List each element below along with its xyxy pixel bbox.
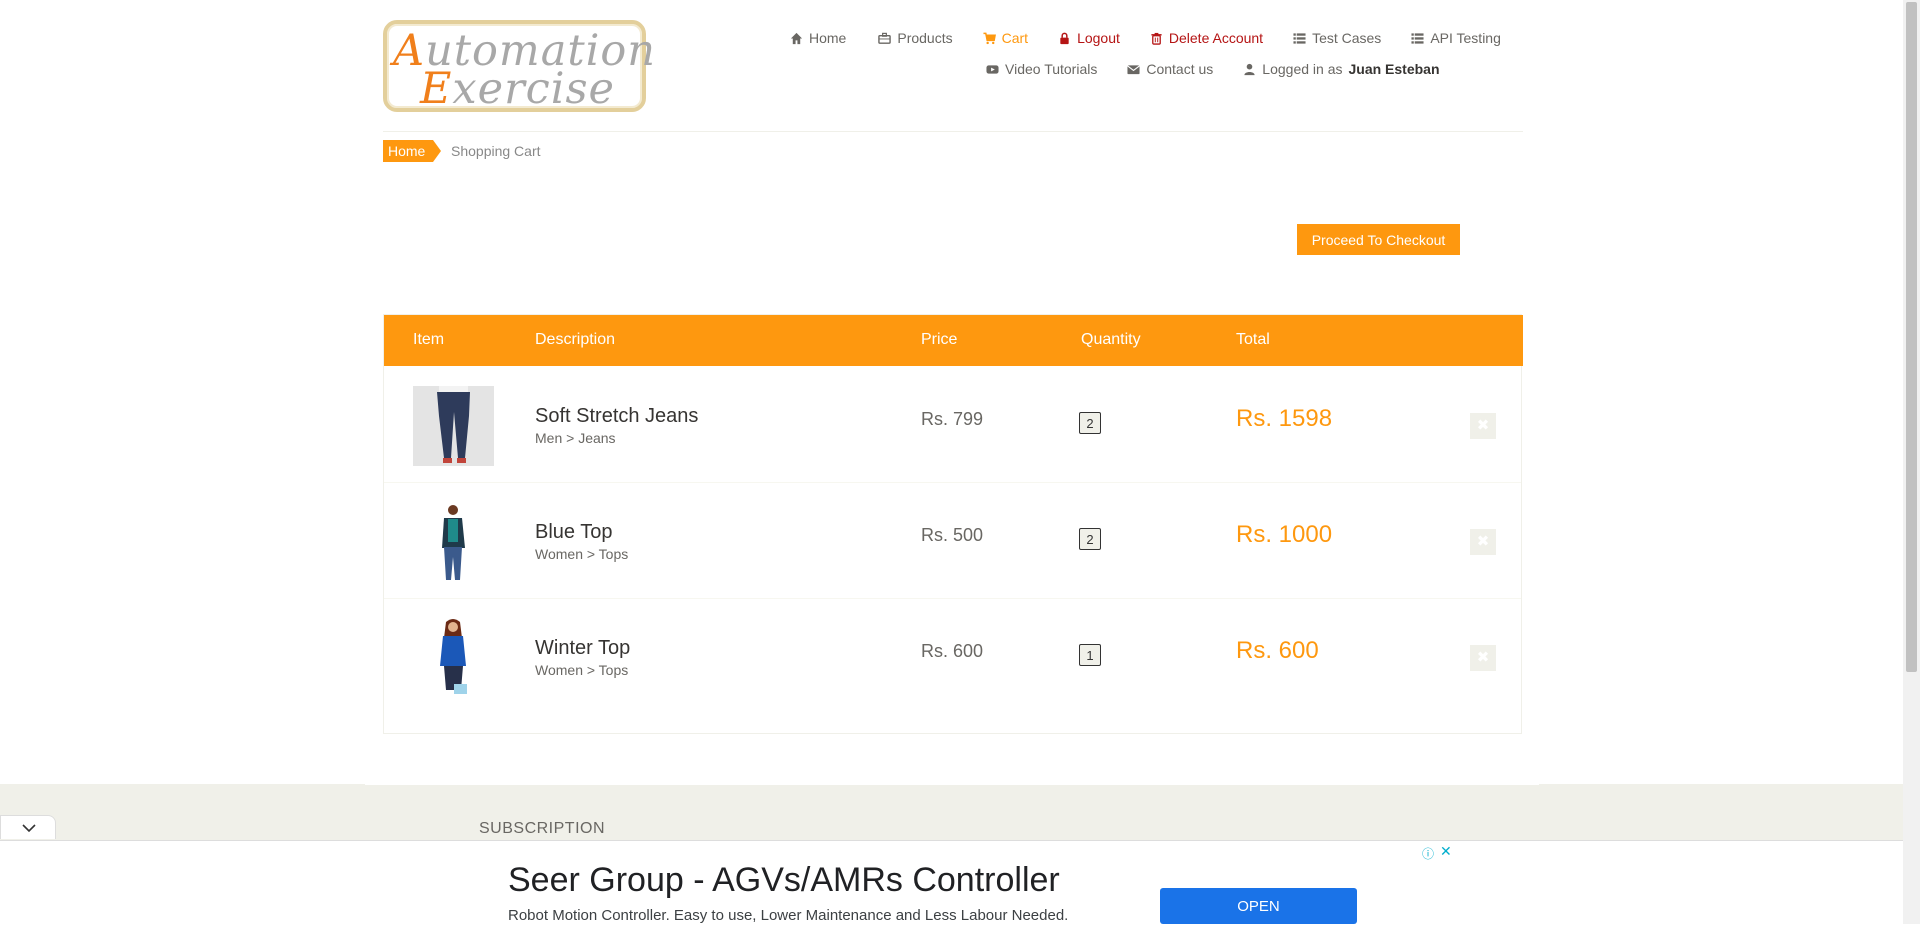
- product-price: Rs. 600: [921, 641, 984, 661]
- logo-rest-2: xercise: [452, 64, 615, 114]
- product-quantity[interactable]: 2: [1079, 528, 1101, 550]
- nav-contact-us[interactable]: Contact us: [1127, 61, 1213, 77]
- nav-products[interactable]: Products: [878, 30, 953, 46]
- page-scrollbar[interactable]: [1903, 0, 1920, 924]
- nav-delete-account[interactable]: Delete Account: [1150, 30, 1263, 46]
- nav-delete-account-label: Delete Account: [1168, 30, 1264, 46]
- delete-item-icon[interactable]: ✖: [1470, 413, 1496, 439]
- product-image-winter-top[interactable]: [413, 618, 494, 698]
- ad-info-icon[interactable]: ⓘ: [1422, 845, 1434, 862]
- product-name[interactable]: Winter Top: [535, 637, 630, 660]
- delete-item-icon[interactable]: ✖: [1470, 645, 1496, 671]
- product-category: Men > Jeans: [535, 430, 616, 446]
- product-price: Rs. 799: [921, 409, 984, 429]
- logo-line-2: Exercise: [420, 68, 615, 111]
- delete-item-icon[interactable]: ✖: [1470, 529, 1496, 555]
- chevron-down-icon: [22, 824, 36, 833]
- nav-test-cases-label: Test Cases: [1312, 30, 1382, 46]
- cart-table-header: Item Description Price Quantity Total: [384, 315, 1523, 366]
- nav-logout[interactable]: Logout: [1058, 30, 1120, 46]
- ad-subtitle: Robot Motion Controller. Easy to use, Lo…: [508, 907, 1069, 924]
- ad-close-icon[interactable]: ✕: [1440, 843, 1452, 860]
- logged-in-label: Logged in as: [1262, 61, 1343, 77]
- username: Juan Esteban: [1348, 61, 1440, 77]
- nav-home[interactable]: Home: [790, 30, 846, 46]
- subscription-title: SUBSCRIPTION: [479, 820, 606, 837]
- product-price: Rs. 500: [921, 525, 984, 545]
- header-total: Total: [1236, 331, 1270, 348]
- secondary-nav: Video Tutorials Contact us Logged in as …: [986, 61, 1440, 77]
- product-image-blue-top[interactable]: [413, 502, 494, 582]
- nav-video-tutorials-label: Video Tutorials: [1005, 61, 1098, 77]
- nav-cart[interactable]: Cart: [983, 30, 1028, 46]
- main-nav: Home Products Cart Logout Delete Account…: [790, 30, 1501, 46]
- logo-cap-e: E: [420, 64, 453, 114]
- product-total: Rs. 600: [1236, 637, 1319, 664]
- ad-banner: Seer Group - AGVs/AMRs Controller Robot …: [0, 840, 1903, 925]
- nav-cart-label: Cart: [1001, 30, 1029, 46]
- product-category: Women > Tops: [535, 662, 629, 678]
- header-price: Price: [921, 331, 958, 348]
- home-icon: [790, 32, 803, 44]
- proceed-to-checkout-button[interactable]: Proceed To Checkout: [1297, 224, 1460, 255]
- product-quantity[interactable]: 2: [1079, 412, 1101, 434]
- cart-row: Soft Stretch Jeans Men > Jeans Rs. 799 2…: [384, 366, 1521, 483]
- cart-row: Winter Top Women > Tops Rs. 600 1 Rs. 60…: [384, 598, 1521, 714]
- product-name[interactable]: Blue Top: [535, 521, 612, 544]
- nav-api-testing-label: API Testing: [1430, 30, 1501, 46]
- breadcrumb-active: Shopping Cart: [451, 143, 541, 159]
- youtube-icon: [986, 64, 999, 74]
- nav-api-testing[interactable]: API Testing: [1411, 30, 1501, 46]
- envelope-icon: [1127, 64, 1141, 74]
- scrollbar-thumb[interactable]: [1906, 2, 1917, 672]
- list-icon: [1293, 32, 1306, 44]
- ad-title[interactable]: Seer Group - AGVs/AMRs Controller: [508, 861, 1060, 900]
- user-icon: [1244, 63, 1255, 75]
- trash-icon: [1151, 32, 1162, 45]
- product-category: Women > Tops: [535, 546, 629, 562]
- nav-test-cases[interactable]: Test Cases: [1293, 30, 1381, 46]
- nav-products-label: Products: [897, 30, 953, 46]
- ad-collapse-tab[interactable]: [0, 815, 56, 839]
- product-name[interactable]: Soft Stretch Jeans: [535, 405, 698, 428]
- nav-logout-label: Logout: [1077, 30, 1120, 46]
- ad-open-button[interactable]: OPEN: [1160, 888, 1357, 924]
- site-logo[interactable]: Automation Exercise: [383, 20, 655, 112]
- nav-home-label: Home: [809, 30, 847, 46]
- product-quantity[interactable]: 1: [1079, 644, 1101, 666]
- header-description: Description: [535, 331, 616, 348]
- lock-icon: [1060, 32, 1069, 44]
- header-divider: [383, 131, 1523, 132]
- ad-content[interactable]: Seer Group - AGVs/AMRs Controller Robot …: [450, 841, 1453, 925]
- nav-contact-us-label: Contact us: [1146, 61, 1214, 77]
- product-total: Rs. 1000: [1236, 521, 1333, 548]
- nav-video-tutorials[interactable]: Video Tutorials: [986, 61, 1097, 77]
- footer-divider: [365, 783, 1539, 785]
- nav-logged-in[interactable]: Logged in as Juan Esteban: [1243, 61, 1440, 77]
- header-quantity: Quantity: [1081, 331, 1141, 348]
- product-total: Rs. 1598: [1236, 405, 1333, 432]
- list-icon: [1411, 32, 1424, 44]
- header-item: Item: [413, 331, 445, 348]
- breadcrumb-home[interactable]: Home: [383, 140, 441, 162]
- cart-row: Blue Top Women > Tops Rs. 500 2 Rs. 1000…: [384, 482, 1521, 599]
- cart-icon: [983, 32, 996, 44]
- cart-table: Item Description Price Quantity Total So…: [383, 314, 1523, 734]
- product-image-jeans[interactable]: [413, 386, 494, 466]
- briefcase-icon: [878, 32, 892, 44]
